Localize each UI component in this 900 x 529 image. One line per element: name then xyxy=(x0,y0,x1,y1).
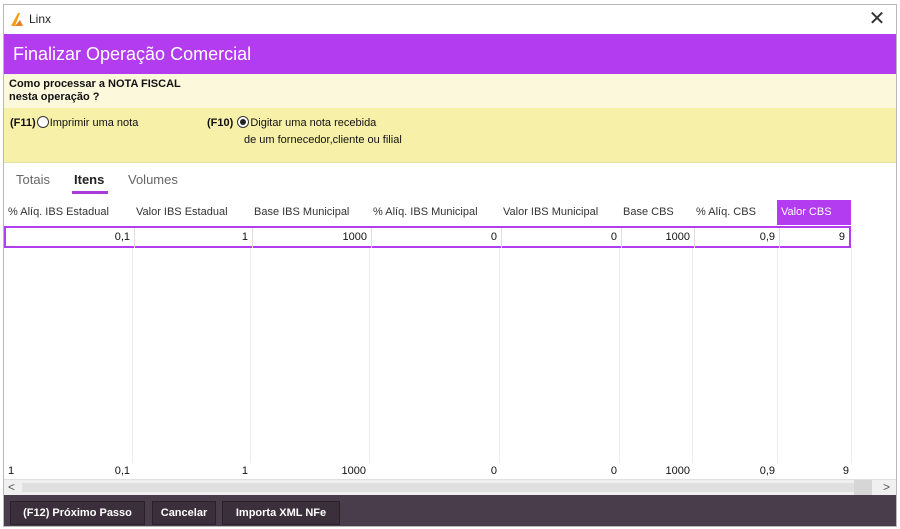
option-label-digitar-line1: Digitar uma nota recebida xyxy=(250,117,377,129)
totals-cell: 1000 xyxy=(665,465,690,477)
col-header-aliq-ibs-municipal[interactable]: % Alíq. IBS Municipal xyxy=(369,200,499,225)
table-cell[interactable]: 0 xyxy=(501,228,621,248)
option-key-f10: (F10) xyxy=(207,117,234,129)
page-header: Finalizar Operação Comercial xyxy=(4,34,896,74)
options-panel: (F11) Imprimir uma nota (F10) Digitar uma… xyxy=(4,108,896,163)
tab-volumes[interactable]: Volumes xyxy=(128,172,178,187)
col-header-base-cbs[interactable]: Base CBS xyxy=(619,200,692,225)
option-imprimir[interactable]: (F11) Imprimir uma nota xyxy=(10,116,138,129)
table-cell[interactable]: 0,9 xyxy=(694,228,779,248)
grid-divider xyxy=(692,248,693,463)
scroll-right-icon[interactable]: > xyxy=(883,480,890,494)
grid-divider xyxy=(369,248,370,463)
window-title: Linx xyxy=(29,12,52,26)
totals-cell: 1000 xyxy=(341,465,366,477)
totals-cell: 0 xyxy=(610,465,617,477)
table-cell[interactable]: 0 xyxy=(371,228,501,248)
grid-divider xyxy=(619,248,620,463)
radio-checked-icon[interactable] xyxy=(237,116,250,128)
col-header-aliq-cbs[interactable]: % Alíq. CBS xyxy=(692,200,777,225)
col-header-valor-ibs-estadual[interactable]: Valor IBS Estadual xyxy=(132,200,250,225)
totals-cell: 1 xyxy=(241,465,248,477)
question-line-2: nesta operação ? xyxy=(9,91,100,103)
option-digitar[interactable]: (F10) Digitar uma nota recebida de um fo… xyxy=(207,116,402,146)
col-header-base-ibs-municipal[interactable]: Base IBS Municipal xyxy=(250,200,368,225)
close-icon[interactable]: ✕ xyxy=(866,8,888,30)
tab-bar: Totais Itens Volumes xyxy=(4,164,896,200)
option-key-f11: (F11) xyxy=(10,117,36,129)
table-cell[interactable]: 1000 xyxy=(621,228,694,248)
tab-totais[interactable]: Totais xyxy=(16,172,50,187)
importa-xml-button[interactable]: Importa XML NFe xyxy=(222,501,340,525)
scroll-left-icon[interactable]: < xyxy=(8,480,15,494)
grid-divider xyxy=(132,248,133,463)
totals-cell: 9 xyxy=(842,465,849,477)
table-row[interactable]: 0,1 1 1000 0 0 1000 0,9 9 xyxy=(4,226,851,248)
page-title: Finalizar Operação Comercial xyxy=(13,44,252,64)
radio-icon[interactable] xyxy=(36,116,49,128)
table-cell[interactable]: 9 xyxy=(779,228,849,248)
option-label-digitar-line2: de um fornecedor,cliente ou filial xyxy=(244,134,402,146)
col-header-aliq-ibs-estadual[interactable]: % Alíq. IBS Estadual xyxy=(4,200,132,225)
footer-bar: (F12) Próximo Passo Cancelar Importa XML… xyxy=(4,495,896,526)
cancel-button[interactable]: Cancelar xyxy=(152,501,216,525)
col-header-valor-ibs-municipal[interactable]: Valor IBS Municipal xyxy=(499,200,619,225)
scroll-thumb[interactable] xyxy=(22,483,862,492)
grid-divider xyxy=(499,248,500,463)
totals-cell: 0,9 xyxy=(759,465,775,477)
totals-cell: 0,1 xyxy=(114,465,130,477)
grid-divider xyxy=(777,248,778,463)
scroll-corner xyxy=(854,480,872,495)
tab-itens[interactable]: Itens xyxy=(71,172,109,194)
items-grid: % Alíq. IBS Estadual Valor IBS Estadual … xyxy=(4,200,896,494)
col-header-valor-cbs[interactable]: Valor CBS xyxy=(777,200,851,225)
grid-header: % Alíq. IBS Estadual Valor IBS Estadual … xyxy=(4,200,896,225)
horizontal-scrollbar[interactable]: < > xyxy=(4,479,896,495)
grid-divider xyxy=(250,248,251,463)
table-cell[interactable]: 0,1 xyxy=(6,228,134,248)
grid-divider xyxy=(851,248,852,463)
question-text: Como processar a NOTA FISCAL nesta opera… xyxy=(9,78,249,104)
title-bar: Linx ✕ xyxy=(4,5,896,34)
question-panel: Como processar a NOTA FISCAL nesta opera… xyxy=(4,74,896,108)
proximo-passo-button[interactable]: (F12) Próximo Passo xyxy=(10,501,145,525)
question-line-1: Como processar a NOTA FISCAL xyxy=(9,78,181,90)
option-label-imprimir: Imprimir uma nota xyxy=(49,117,139,129)
totals-cell: 0 xyxy=(490,465,497,477)
table-cell[interactable]: 1 xyxy=(134,228,252,248)
linx-logo-icon xyxy=(11,13,23,26)
main-window: Linx ✕ Finalizar Operação Comercial Como… xyxy=(3,4,897,527)
table-cell[interactable]: 1000 xyxy=(252,228,371,248)
